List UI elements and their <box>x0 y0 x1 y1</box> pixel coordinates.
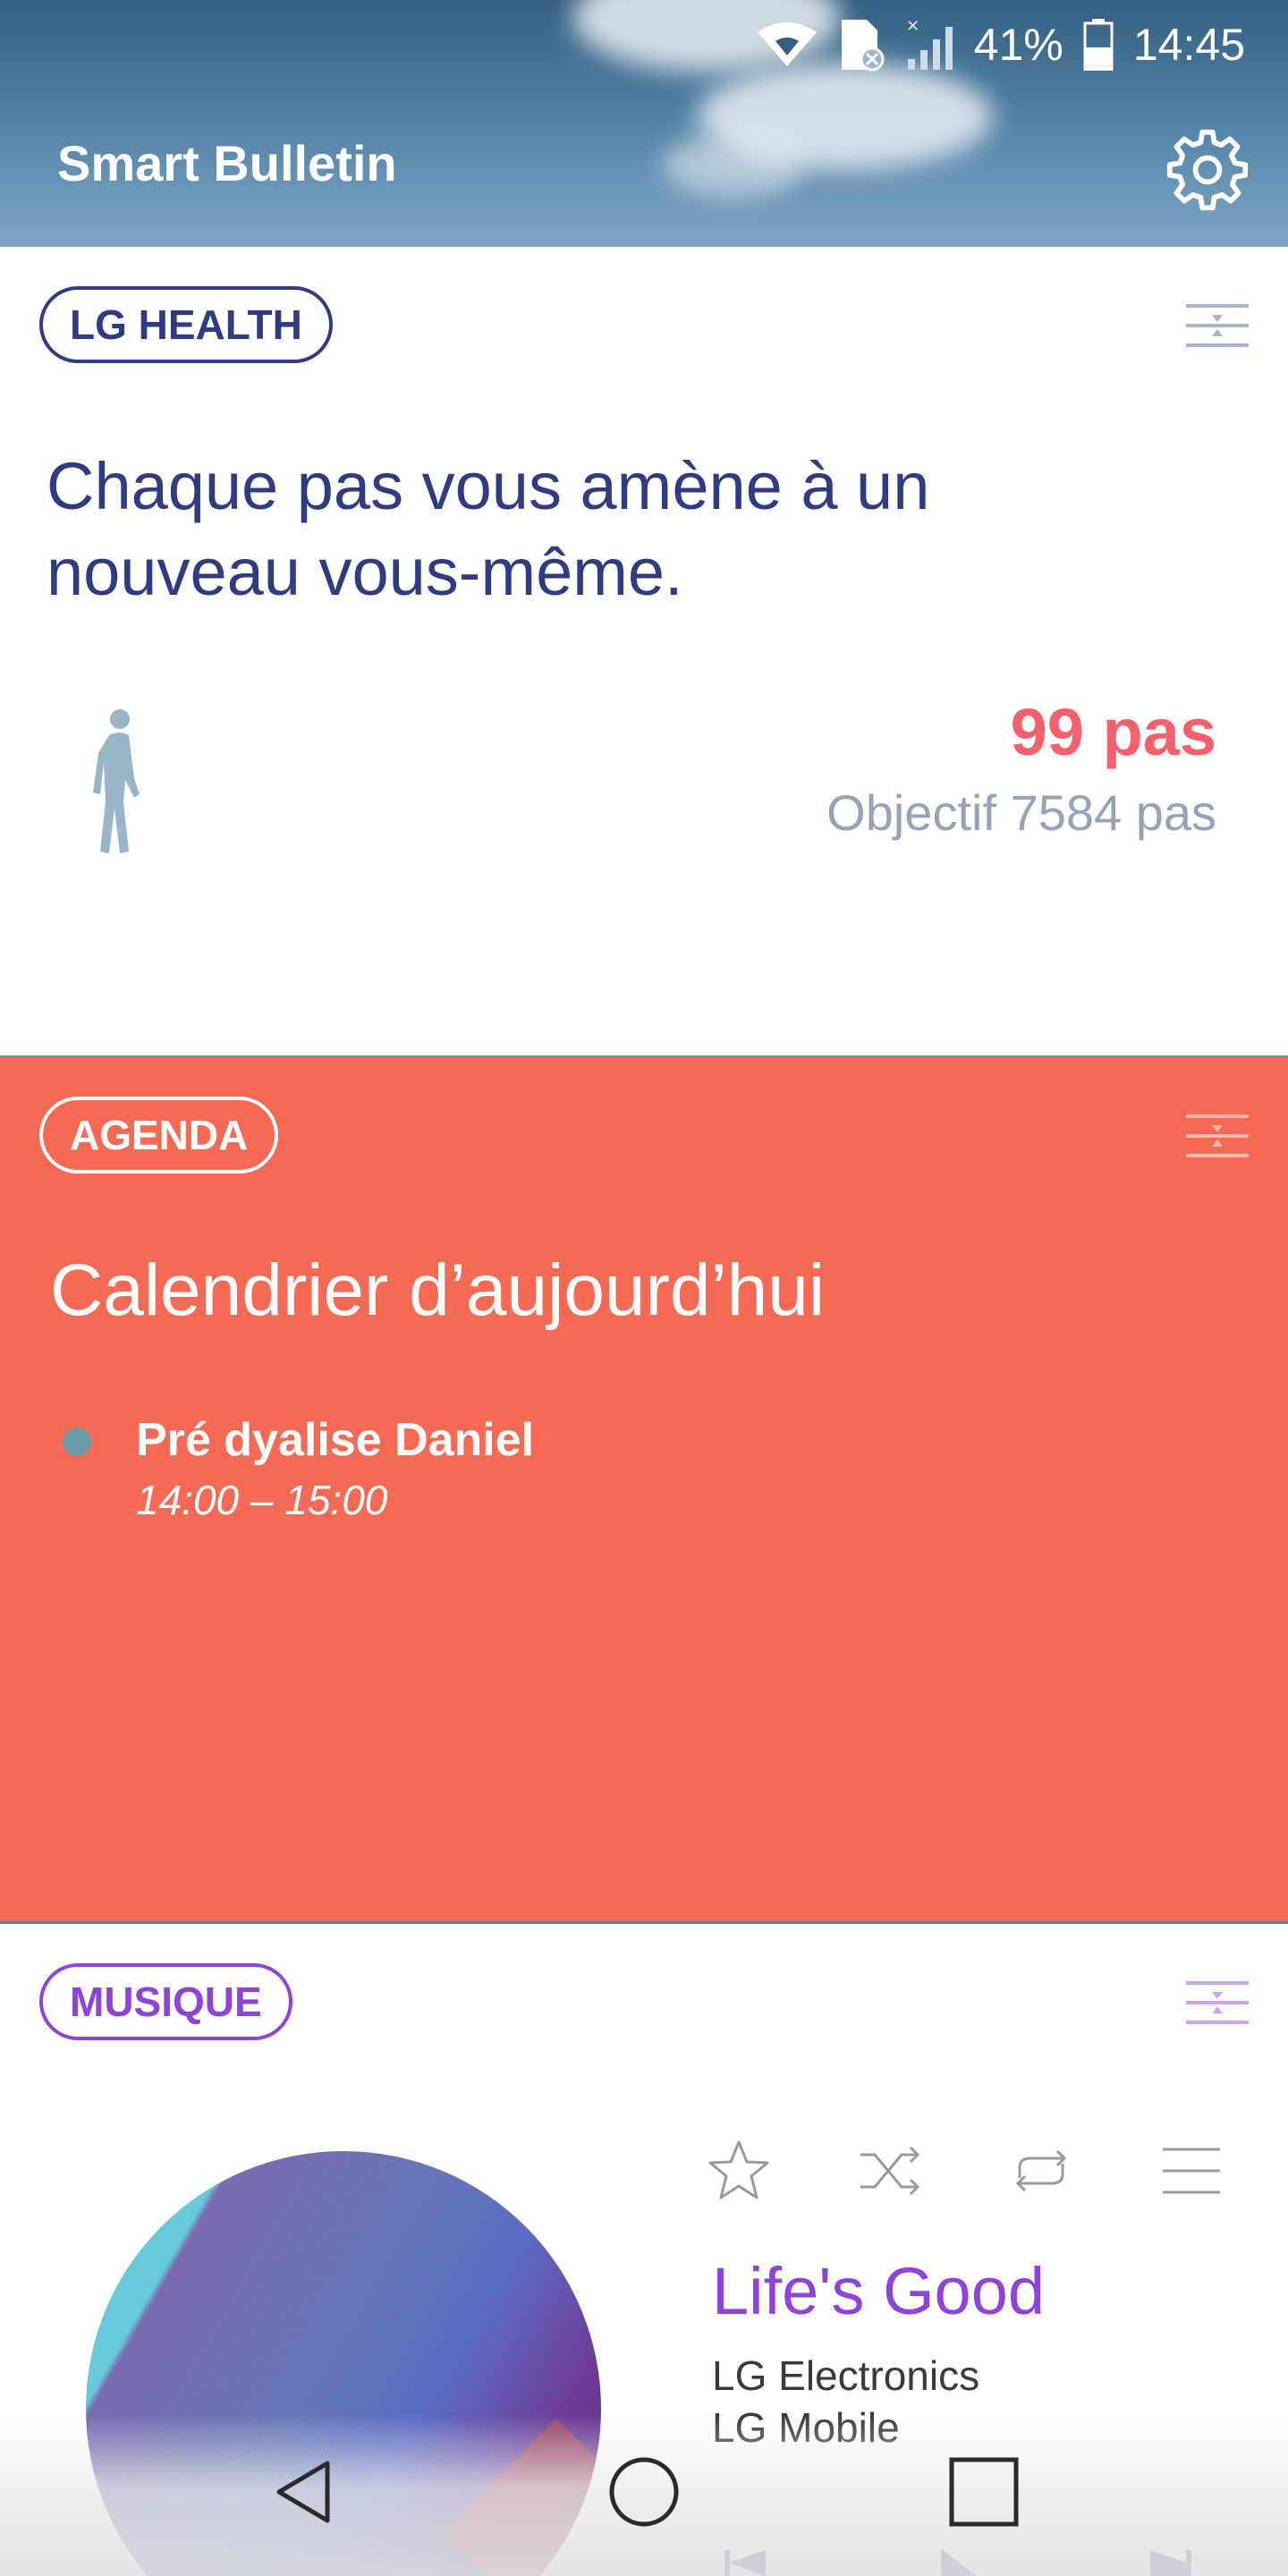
steps-goal: Objectif 7584 pas <box>826 784 1216 841</box>
status-bar: × 41% 14:45 <box>756 16 1245 73</box>
repeat-icon[interactable] <box>1005 2135 1077 2207</box>
walking-person-icon <box>93 709 140 853</box>
star-icon[interactable] <box>703 2135 775 2207</box>
page-title: Smart Bulletin <box>57 135 397 191</box>
svg-text:×: × <box>906 18 919 35</box>
card-settings-icon[interactable] <box>1186 1111 1249 1161</box>
wifi-icon <box>756 20 818 70</box>
music-tag: MUSIQUE <box>39 1963 292 2040</box>
navigation-bar <box>0 2415 1288 2576</box>
steps-count: 99 pas <box>1010 695 1216 769</box>
smart-bulletin-header: × 41% 14:45 Smart Bulletin <box>0 0 1288 247</box>
cloud-decoration <box>662 134 805 197</box>
clock: 14:45 <box>1132 20 1245 70</box>
health-message: Chaque pas vous amène à un nouveau vous-… <box>47 449 930 609</box>
recents-icon[interactable] <box>939 2447 1029 2537</box>
shuffle-icon[interactable] <box>855 2135 927 2207</box>
card-settings-icon[interactable] <box>1186 1978 1249 2028</box>
event-title: Pré dyalise Daniel <box>136 1414 535 1466</box>
song-title: Life's Good <box>712 2254 1046 2328</box>
health-card[interactable]: LG HEALTH Chaque pas vous amène à un nou… <box>0 247 1288 1058</box>
agenda-tag: AGENDA <box>39 1097 279 1174</box>
event-time: 14:00 – 15:00 <box>136 1477 388 1523</box>
playlist-icon[interactable] <box>1156 2135 1227 2207</box>
gear-icon[interactable] <box>1165 127 1250 213</box>
battery-percent: 41% <box>973 20 1063 70</box>
sim-no-service-icon <box>838 18 885 72</box>
battery-icon <box>1083 19 1114 71</box>
event-color-dot <box>63 1428 91 1456</box>
song-artist: LG Electronics <box>712 2352 980 2399</box>
health-tag: LG HEALTH <box>39 286 333 363</box>
agenda-title: Calendrier d’aujourd’hui <box>50 1250 826 1331</box>
home-icon[interactable] <box>599 2447 689 2537</box>
agenda-card[interactable]: AGENDA Calendrier d’aujourd’hui Pré dyal… <box>0 1057 1288 1924</box>
signal-icon: × <box>904 18 954 72</box>
card-settings-icon[interactable] <box>1186 301 1249 351</box>
back-icon[interactable] <box>259 2447 349 2537</box>
